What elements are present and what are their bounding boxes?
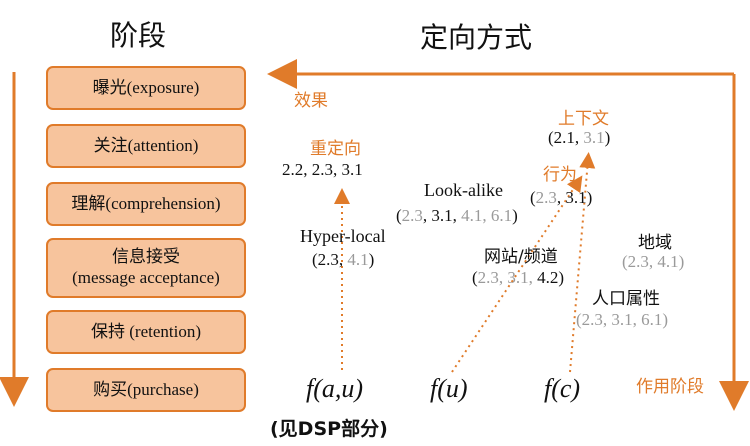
region-refs: (2.3, 4.1) [622, 252, 685, 271]
function-f-u: f(u) [430, 374, 468, 403]
hyperlocal-refs-dark: 2.3, [317, 250, 348, 269]
stage-comprehension: 理解(comprehension) [46, 182, 246, 226]
stage-message-acceptance-zh: 信息接受 [112, 247, 180, 268]
lookalike-refs-gray-2: 4.1, 6.1 [461, 206, 513, 225]
function-f-a-u: f(a,u) [306, 374, 364, 403]
hyperlocal-refs: (2.3, 4.1) [312, 250, 375, 269]
stage-retention: 保持 (retention) [46, 310, 246, 354]
website-refs-gray: 2.3, 3.1, [477, 268, 538, 287]
region-name: 地域 [638, 233, 672, 253]
lookalike-refs-dark: , 3.1, [422, 206, 462, 225]
stage-exposure-label: 曝光(exposure) [92, 78, 200, 98]
stage-attention-label: 关注(attention) [93, 136, 199, 156]
behavior-name: 行为 [543, 165, 577, 185]
dsp-note: (见DSP部分) [270, 418, 388, 440]
context-refs-dark: 2.1, [553, 128, 584, 147]
lookalike-refs: (2.3, 3.1, 4.1, 6.1) [396, 206, 518, 225]
lookalike-refs-gray-1: 2.3 [401, 206, 423, 225]
retargeting-refs-text: 2.2, 2.3, 3.1 [282, 160, 363, 179]
behavior-refs-gray: 2.3 [535, 188, 557, 207]
targeting-header: 定向方式 [420, 21, 533, 54]
stage-purchase: 购买(purchase) [46, 368, 246, 412]
stage-purchase-label: 购买(purchase) [93, 380, 199, 400]
region-refs-gray: 2.3, 4.1 [627, 252, 679, 271]
stage-comprehension-label: 理解(comprehension) [71, 194, 221, 214]
website-refs-dark: 4.2 [537, 268, 559, 287]
context-name: 上下文 [558, 109, 609, 129]
demographic-refs: (2.3, 3.1, 6.1) [576, 310, 669, 329]
stage-attention: 关注(attention) [46, 124, 246, 168]
website-refs: (2.3, 3.1, 4.2) [472, 268, 565, 287]
behavior-refs: (2.3, 3.1) [530, 188, 593, 207]
website-name: 网站/频道 [484, 247, 558, 267]
hyperlocal-name: Hyper-local [300, 226, 386, 246]
stage-of-action-label: 作用阶段 [636, 377, 704, 397]
stage-message-acceptance: 信息接受 (message acceptance) [46, 238, 246, 298]
stage-header: 阶段 [110, 19, 167, 52]
retargeting-refs: 2.2, 2.3, 3.1 [282, 160, 363, 180]
behavior-refs-dark: , 3.1 [556, 188, 587, 207]
demographic-name: 人口属性 [592, 289, 660, 309]
hyperlocal-refs-gray: 4.1 [347, 250, 369, 269]
function-f-c: f(c) [544, 374, 581, 403]
stage-exposure: 曝光(exposure) [46, 66, 246, 110]
stage-retention-label: 保持 (retention) [91, 322, 201, 342]
demographic-refs-gray: 2.3, 3.1, 6.1 [581, 310, 663, 329]
context-refs-gray: 3.1 [583, 128, 605, 147]
lookalike-name: Look-alike [424, 180, 503, 200]
context-refs: (2.1, 3.1) [548, 128, 611, 147]
stage-message-acceptance-en: (message acceptance) [72, 268, 220, 287]
effect-label: 效果 [294, 91, 328, 111]
retargeting-name: 重定向 [310, 139, 361, 159]
